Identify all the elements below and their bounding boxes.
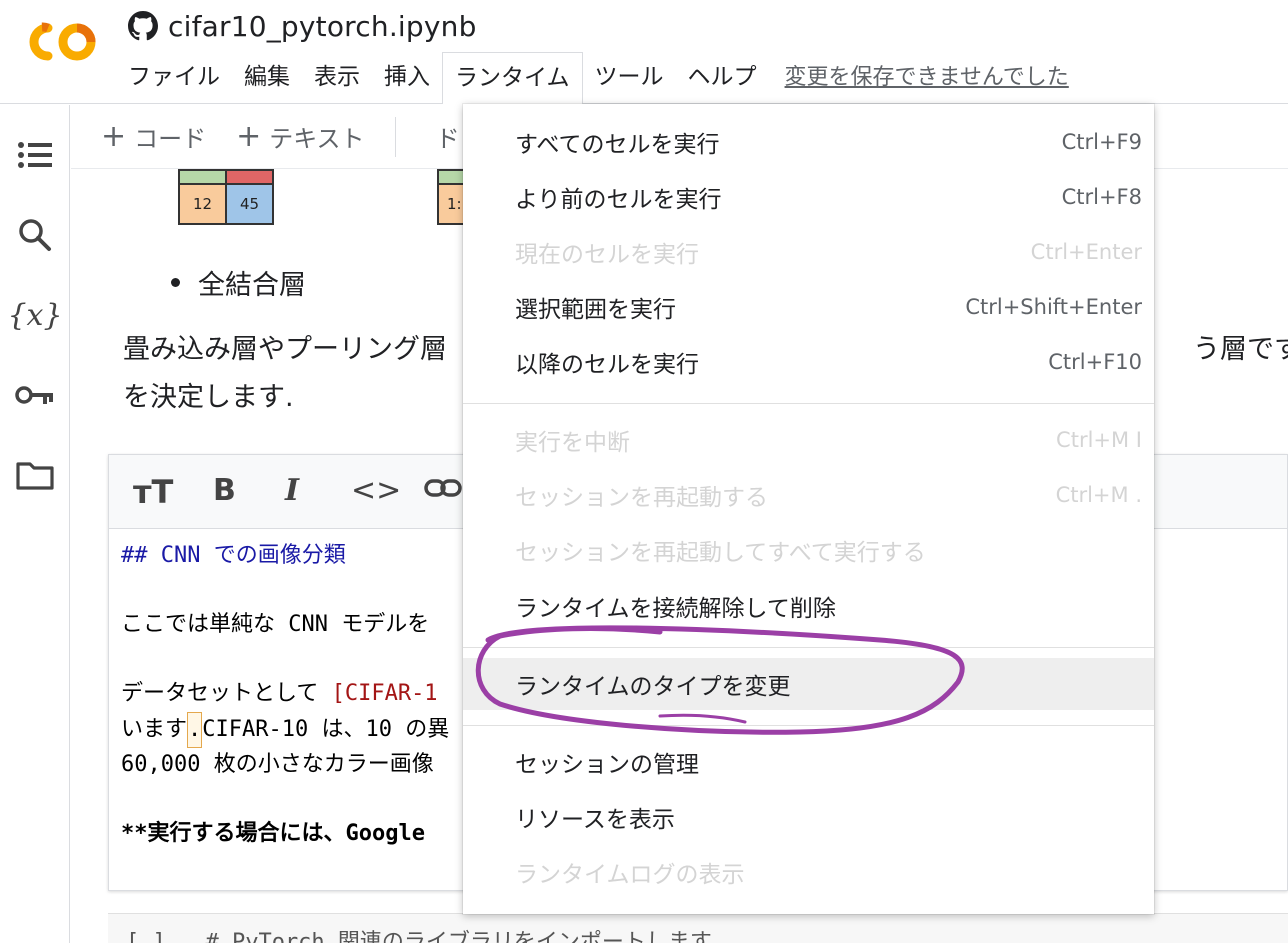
toolbar-partial-button[interactable]: ド xyxy=(436,119,460,154)
menu-item-disconnect-and-delete[interactable]: ランタイムを接続解除して削除 xyxy=(463,580,1154,632)
menu-item-label: ランタイムのタイプを変更 xyxy=(515,674,791,700)
md-line: CIFAR-10 は、10 の xyxy=(202,716,428,742)
bold-icon[interactable]: B xyxy=(213,473,236,508)
search-icon[interactable] xyxy=(15,215,55,255)
md-line: **実行する場合には、Google xyxy=(121,821,425,846)
bullet-dot xyxy=(171,278,180,287)
md-link: [CIFAR-1 xyxy=(331,681,438,706)
menu-item-shortcut: Ctrl+F8 xyxy=(1061,185,1142,209)
title-row: cifar10_pytorch.ipynb xyxy=(128,6,477,46)
text-cursor-highlight: . xyxy=(187,711,203,748)
variables-icon[interactable]: {x} xyxy=(7,295,62,335)
menu-separator xyxy=(463,647,1154,648)
bullet-item: 全結合層 xyxy=(171,263,306,302)
menu-item-shortcut: Ctrl+M . xyxy=(1055,483,1142,507)
menu-item-label: 選択範囲を実行 xyxy=(515,297,676,323)
menu-item-label: セッションの管理 xyxy=(515,752,699,778)
add-code-button[interactable]: + コード xyxy=(101,119,206,154)
menu-item-run-focused: 現在のセルを実行 Ctrl+Enter xyxy=(463,226,1154,278)
plus-icon: + xyxy=(101,118,127,154)
md-line: ## CNN での画像分類 xyxy=(121,543,346,568)
grid-cell xyxy=(226,170,273,184)
code-cell[interactable]: [ ] # PyTorch 関連のライブラリをインポートします xyxy=(108,913,1288,943)
menu-insert[interactable]: 挿入 xyxy=(372,52,442,104)
code-cell-first-line: [ ] # PyTorch 関連のライブラリをインポートします xyxy=(126,930,712,943)
menu-item-run-after[interactable]: 以降のセルを実行 Ctrl+F10 xyxy=(463,336,1154,388)
menu-item-restart-and-run-all: セッションを再起動してすべて実行する xyxy=(463,524,1154,576)
menu-item-label: 現在のセルを実行 xyxy=(515,242,699,268)
menubar: ファイル 編集 表示 挿入 ランタイム ツール ヘルプ 変更を保存できませんでし… xyxy=(116,52,1069,104)
colab-logo[interactable] xyxy=(20,18,100,66)
menu-item-label: より前のセルを実行 xyxy=(515,187,722,213)
menu-item-shortcut: Ctrl+F9 xyxy=(1061,130,1142,154)
menu-file[interactable]: ファイル xyxy=(116,52,232,104)
menu-item-restart-session: セッションを再起動する Ctrl+M . xyxy=(463,469,1154,521)
notebook-title[interactable]: cifar10_pytorch.ipynb xyxy=(168,10,477,43)
menu-item-run-before[interactable]: より前のセルを実行 Ctrl+F8 xyxy=(463,171,1154,223)
menu-item-run-selection[interactable]: 選択範囲を実行 Ctrl+Shift+Enter xyxy=(463,281,1154,333)
menu-separator xyxy=(463,725,1154,726)
menu-item-change-runtime-type[interactable]: ランタイムのタイプを変更 xyxy=(463,658,1154,710)
github-icon[interactable] xyxy=(128,11,158,41)
menu-separator xyxy=(463,403,1154,404)
menu-item-view-resources[interactable]: リソースを表示 xyxy=(463,791,1154,843)
link-icon[interactable] xyxy=(423,473,463,511)
menu-item-run-all[interactable]: すべてのセルを実行 Ctrl+F9 xyxy=(463,116,1154,168)
md-line: ここでは単純な CNN モデルを xyxy=(121,612,430,637)
menu-item-manage-sessions[interactable]: セッションの管理 xyxy=(463,736,1154,788)
bullet-text: 全結合層 xyxy=(198,270,306,301)
md-line: 60,000 枚の小さなカラー画像 xyxy=(121,752,434,777)
add-text-button[interactable]: + テキスト xyxy=(236,119,364,154)
menu-view[interactable]: 表示 xyxy=(302,52,372,104)
menu-item-shortcut: Ctrl+Enter xyxy=(1030,240,1142,264)
markdown-source[interactable]: ## CNN での画像分類 ここでは単純な CNN モデルを データセットとして… xyxy=(121,539,449,852)
menu-item-view-runtime-logs: ランタイムログの表示 xyxy=(463,846,1154,898)
menu-item-label: ランタイムログの表示 xyxy=(515,862,745,888)
text-size-icon[interactable]: тT xyxy=(133,473,173,511)
grid-cell: 45 xyxy=(226,184,273,224)
menu-edit[interactable]: 編集 xyxy=(232,52,302,104)
toolbar-divider xyxy=(394,116,396,157)
menu-item-label: セッションを再起動してすべて実行する xyxy=(515,540,926,566)
menu-item-label: 以降のセルを実行 xyxy=(515,352,699,378)
menu-item-shortcut: Ctrl+Shift+Enter xyxy=(965,295,1142,319)
menu-item-label: リソースを表示 xyxy=(515,807,675,833)
table-of-contents-icon[interactable] xyxy=(15,135,55,175)
pooling-grid-left: 12 45 xyxy=(178,169,274,225)
menu-item-interrupt: 実行を中断 Ctrl+M I xyxy=(463,414,1154,466)
left-rail: {x} xyxy=(0,105,70,943)
menu-item-label: すべてのセルを実行 xyxy=(515,132,720,158)
menu-runtime[interactable]: ランタイム xyxy=(442,52,583,104)
grid-cell xyxy=(179,170,226,184)
add-code-label: コード xyxy=(134,125,207,153)
key-icon[interactable] xyxy=(15,375,55,415)
save-warning-link[interactable]: 変更を保存できませんでした xyxy=(785,53,1069,103)
menu-item-label: 実行を中断 xyxy=(515,430,630,456)
paragraph-line: を決定します. xyxy=(123,382,294,413)
menu-item-shortcut: Ctrl+F10 xyxy=(1048,350,1142,374)
paragraph-line: 畳み込み層やプーリング層 xyxy=(123,334,447,365)
runtime-menu-dropdown: すべてのセルを実行 Ctrl+F9 より前のセルを実行 Ctrl+F8 現在のセ… xyxy=(463,104,1154,914)
italic-icon[interactable]: I xyxy=(285,473,299,508)
add-text-label: テキスト xyxy=(269,125,365,153)
menu-help[interactable]: ヘルプ xyxy=(676,52,769,104)
menu-item-label: ランタイムを接続解除して削除 xyxy=(515,596,836,622)
md-line: います xyxy=(121,716,188,742)
md-line: 異 xyxy=(427,716,450,742)
folder-icon[interactable] xyxy=(15,455,55,495)
plus-icon: + xyxy=(236,118,262,154)
code-icon[interactable]: <> xyxy=(351,473,401,508)
menu-item-label: セッションを再起動する xyxy=(515,485,768,511)
header: cifar10_pytorch.ipynb ファイル 編集 表示 挿入 ランタイ… xyxy=(0,0,1288,104)
grid-cell: 12 xyxy=(179,184,226,224)
menu-tools[interactable]: ツール xyxy=(583,52,676,104)
paragraph-line-tail: う層です. xyxy=(1193,334,1288,365)
md-line: データセットとして xyxy=(121,681,332,706)
menu-item-shortcut: Ctrl+M I xyxy=(1056,428,1142,452)
